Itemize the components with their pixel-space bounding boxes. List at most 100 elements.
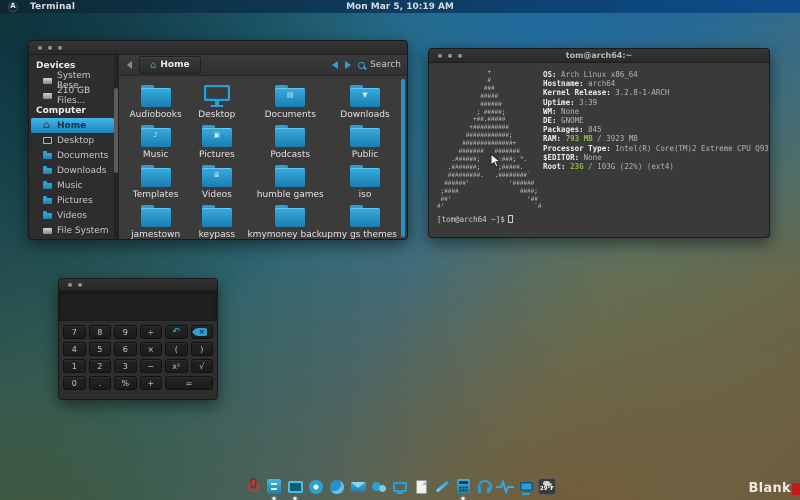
window-button[interactable] [458,54,462,58]
info-label: Packages: [543,125,584,134]
calc-button-[interactable]: ) [191,342,214,356]
dock-terminal[interactable] [286,477,305,496]
dock-mail[interactable] [349,477,368,496]
file-item-jamestown[interactable]: jamestown [125,203,186,240]
calc-button-undo[interactable]: ↶ [165,325,188,339]
dock-calculator[interactable] [454,477,473,496]
forward-icon[interactable] [345,61,351,69]
file-item-keypass[interactable]: keypass [186,203,247,240]
calc-button-backspace[interactable]: × [191,325,214,339]
calc-button-3[interactable]: 3 [114,359,137,373]
dock-pen[interactable] [433,477,452,496]
sidebar-item-music[interactable]: Music [31,178,114,193]
window-button[interactable] [68,283,72,287]
sidebar-item-pictures[interactable]: Pictures [31,193,114,208]
backspace-icon: × [196,328,207,336]
calc-button-7[interactable]: 7 [63,325,86,339]
dock-chromium[interactable] [307,477,326,496]
terminal-output[interactable]: + # ### ##### ###### ; #####; +##.##### … [429,63,769,238]
content-scrollbar[interactable] [401,79,405,237]
sidebar-scrollbar[interactable] [114,55,118,240]
sidebar-item-file-system[interactable]: File System [31,223,114,238]
file-item-music[interactable]: ♪Music [125,123,186,160]
window-button[interactable] [78,283,82,287]
file-item-podcasts[interactable]: Podcasts [247,123,333,160]
activities-button[interactable]: A [8,2,18,12]
back-icon[interactable] [332,61,338,69]
calc-button-6[interactable]: 6 [114,342,137,356]
dock-power[interactable] [244,477,263,496]
weather-temp: 29°F [540,487,554,493]
file-item-downloads[interactable]: ▼Downloads [333,83,397,120]
calc-button-[interactable]: ÷ [140,325,163,339]
dock-chat[interactable] [370,477,389,496]
calculator-titlebar[interactable] [59,279,217,291]
calc-button-4[interactable]: 4 [63,342,86,356]
calc-button-[interactable]: = [165,376,213,390]
window-button[interactable] [48,46,52,50]
file-item-iso[interactable]: iso [333,163,397,200]
file-manager-content: AudiobooksDesktop▤Documents▼Downloads ♪Mu… [119,76,407,240]
calc-button-x[interactable]: x² [165,359,188,373]
dock-headphones[interactable] [475,477,494,496]
calc-button-2[interactable]: 2 [89,359,112,373]
sidebar-item-desktop[interactable]: Desktop [31,133,114,148]
calc-button-[interactable]: ( [165,342,188,356]
sidebar-item-210-gb-files[interactable]: 210 GB Files... [31,88,114,103]
file-item-humble-games[interactable]: humble games [247,163,333,200]
dock-firefox[interactable] [328,477,347,496]
dock-display[interactable] [517,477,536,496]
file-item-templates[interactable]: Templates [125,163,186,200]
monitor-icon [204,85,230,101]
scrollbar-thumb[interactable] [114,88,118,173]
sidebar-item-videos[interactable]: Videos [31,208,114,223]
calc-button-0[interactable]: 0 [63,376,86,390]
sidebar-item-downloads[interactable]: Downloads [31,163,114,178]
calc-button-[interactable]: − [140,359,163,373]
dock-weather[interactable]: 29°F [538,477,557,496]
collapse-sidebar-icon[interactable] [127,61,132,69]
calc-button-5[interactable]: 5 [89,342,112,356]
calc-button-[interactable]: . [89,376,112,390]
sidebar-item-home[interactable]: Home [31,118,114,133]
calc-button-[interactable]: √ [191,359,214,373]
file-item-my-gs-themes[interactable]: my gs themes [333,203,397,240]
clock[interactable]: Mon Mar 5, 10:19 AM [0,2,800,12]
file-item-desktop[interactable]: Desktop [186,83,247,120]
sidebar-item-trash[interactable]: Trash [31,238,114,240]
file-item-audiobooks[interactable]: Audiobooks [125,83,186,120]
active-app-menu[interactable]: Terminal [30,2,75,12]
weather-icon: 29°F [538,478,556,495]
folder-icon: ≣ [202,168,232,187]
folder-body [350,128,380,147]
file-item-documents[interactable]: ▤Documents [247,83,333,120]
folder-emblem: ▣ [202,132,232,139]
file-manager-titlebar[interactable] [29,41,407,55]
dock-text-editor[interactable] [412,477,431,496]
dock-file-manager[interactable] [265,477,284,496]
calc-button-[interactable]: % [114,376,137,390]
calc-button-1[interactable]: 1 [63,359,86,373]
dock-screen[interactable] [391,477,410,496]
calc-button-[interactable]: × [140,342,163,356]
file-item-public[interactable]: Public [333,123,397,160]
breadcrumb-home-button[interactable]: ⌂ Home [139,56,201,74]
window-button[interactable] [58,46,62,50]
calc-button-[interactable]: + [140,376,163,390]
file-item-kmymoney-backup[interactable]: kmymoney backup [247,203,333,240]
calc-button-label: . [98,379,101,388]
search-icon[interactable] [358,62,365,69]
terminal-titlebar[interactable]: tom@arch64:~ [429,49,769,63]
window-button[interactable] [448,54,452,58]
dock-system-monitor[interactable] [496,477,515,496]
system-monitor-icon [496,480,514,493]
window-button[interactable] [438,54,442,58]
sidebar-item-documents[interactable]: Documents [31,148,114,163]
file-item-pictures[interactable]: ▣Pictures [186,123,247,160]
file-item-videos[interactable]: ≣Videos [186,163,247,200]
mail-icon [351,482,366,492]
window-button[interactable] [38,46,42,50]
calc-button-9[interactable]: 9 [114,325,137,339]
calc-button-8[interactable]: 8 [89,325,112,339]
search-label[interactable]: Search [370,60,401,70]
